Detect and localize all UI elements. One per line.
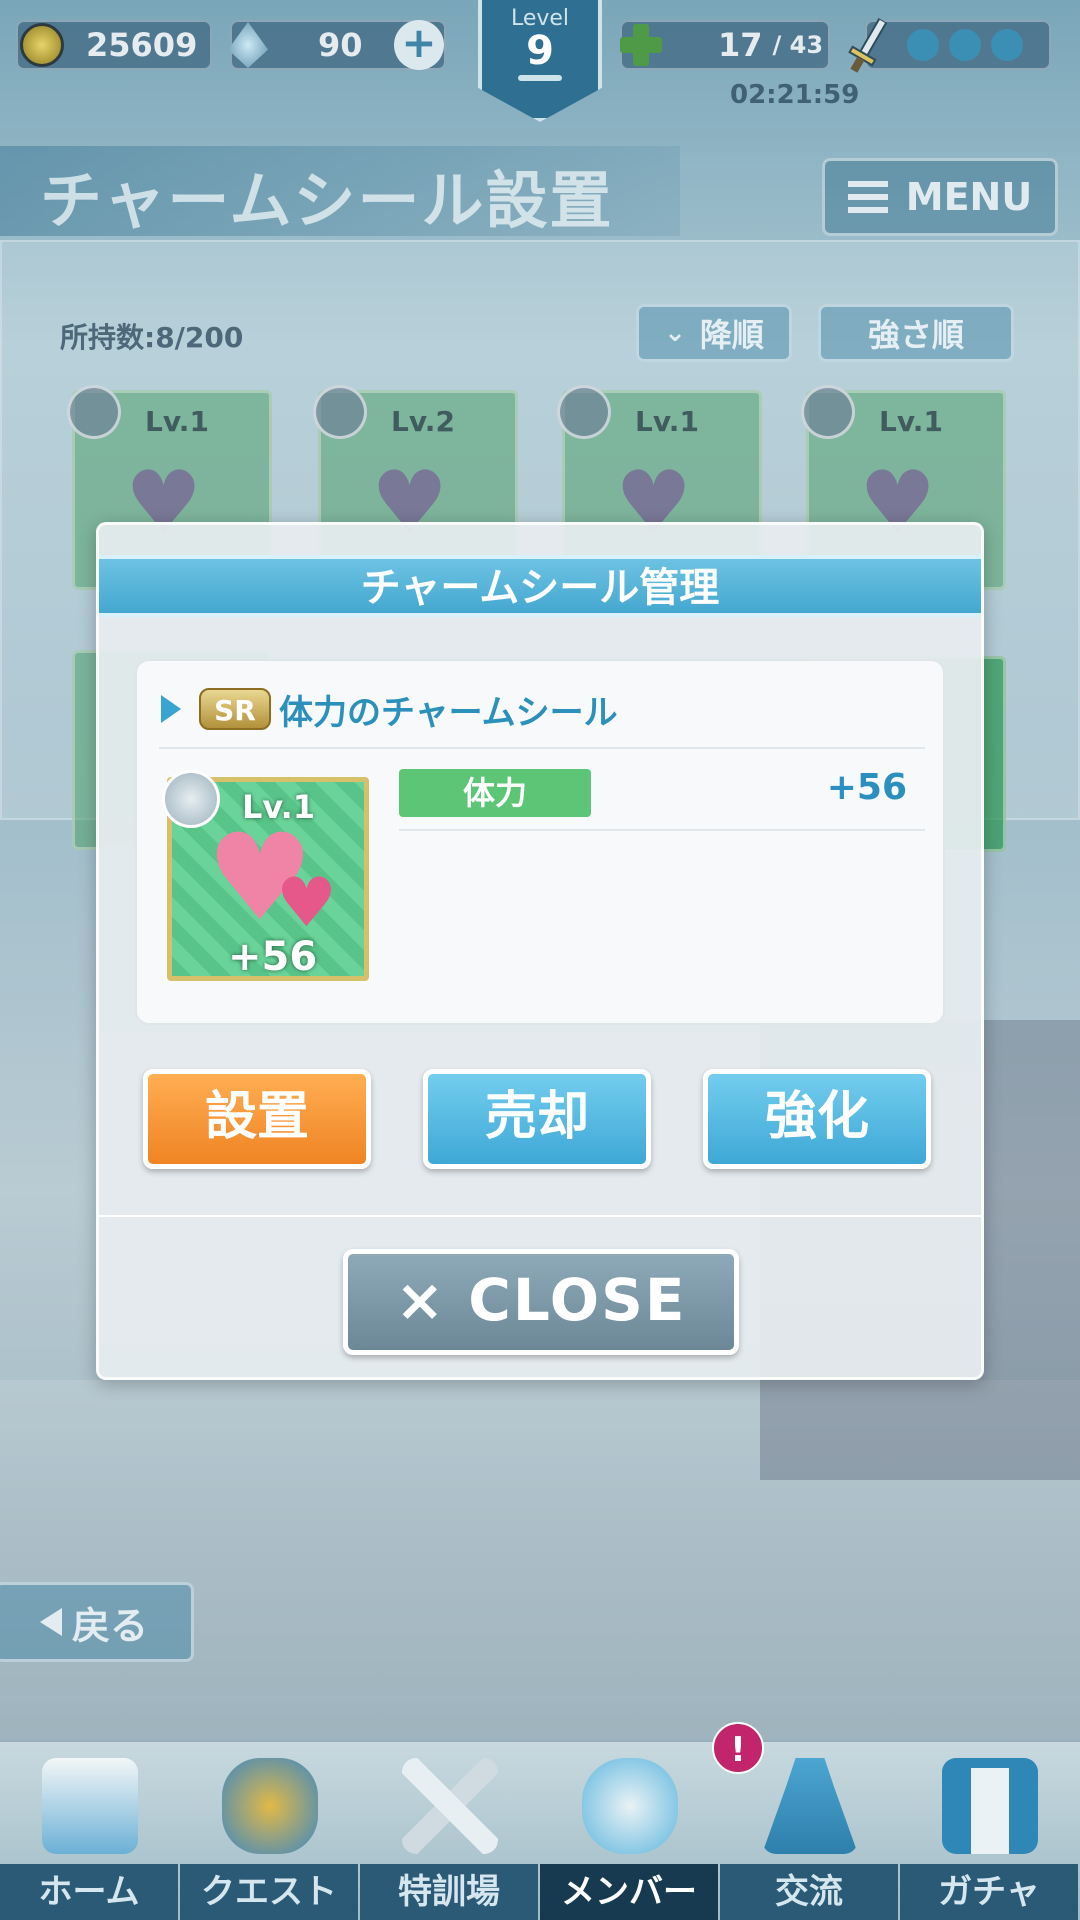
sort-key-button[interactable]: 強さ順 bbox=[818, 304, 1014, 362]
energy-dot bbox=[991, 29, 1023, 61]
sell-button[interactable]: 売却 bbox=[423, 1069, 651, 1169]
energy-slots bbox=[848, 17, 1051, 73]
back-label: 戻る bbox=[71, 1603, 148, 1648]
stamina-max: / 43 bbox=[772, 31, 824, 59]
shield-icon bbox=[313, 385, 367, 439]
owned-count: 所持数:8/200 bbox=[60, 321, 244, 354]
cat-girl-icon bbox=[582, 1758, 678, 1854]
chevrons-down-icon: ⌄ bbox=[664, 318, 686, 348]
nav-label: メンバー bbox=[540, 1864, 718, 1920]
coin-count: 25609 bbox=[86, 26, 198, 64]
sword-icon bbox=[801, 385, 855, 439]
nav-item-quest[interactable]: クエスト bbox=[180, 1742, 360, 1920]
bottom-nav: ホーム クエスト 特訓場 メンバー 交流 ガチャ bbox=[0, 1742, 1080, 1920]
nav-label: 交流 bbox=[720, 1864, 898, 1920]
nav-label: 特訓場 bbox=[360, 1864, 538, 1920]
sort-order-label: 降順 bbox=[699, 316, 764, 354]
card-level: Lv.1 bbox=[879, 405, 943, 438]
coin-counter: 25609 bbox=[16, 20, 212, 70]
nav-item-member[interactable]: メンバー bbox=[540, 1742, 720, 1920]
small-heart-icon: ♥ bbox=[276, 864, 337, 943]
item-name: 体力のチャームシール bbox=[279, 692, 618, 733]
stamina-cross-icon bbox=[616, 20, 666, 70]
dialog-title: チャームシール管理 bbox=[99, 555, 981, 617]
level-number: 9 bbox=[526, 28, 554, 74]
back-button[interactable]: 戻る bbox=[0, 1582, 194, 1662]
monster-icon bbox=[222, 1758, 318, 1854]
divider bbox=[159, 747, 925, 749]
rarity-badge: SR bbox=[199, 688, 271, 730]
gem-count: 90 bbox=[318, 26, 363, 64]
nav-label: クエスト bbox=[180, 1864, 358, 1920]
energy-dot bbox=[907, 29, 939, 61]
hamburger-icon bbox=[847, 181, 888, 213]
add-gems-button[interactable]: + bbox=[394, 20, 444, 70]
nav-item-training[interactable]: 特訓場 bbox=[360, 1742, 540, 1920]
charm-seal-card-large: Lv.1 ♥ ♥ +56 bbox=[162, 770, 369, 981]
card-level: Lv.1 bbox=[145, 405, 209, 438]
dress-icon bbox=[762, 1758, 858, 1854]
stat-label: 体力 bbox=[399, 769, 591, 817]
sort-order-button[interactable]: ⌄ 降順 bbox=[636, 304, 792, 362]
gem-icon bbox=[228, 22, 268, 68]
level-progress-bar bbox=[518, 75, 562, 81]
crossed-swords-icon bbox=[402, 1758, 498, 1854]
upgrade-button[interactable]: 強化 bbox=[703, 1069, 931, 1169]
place-button[interactable]: 設置 bbox=[143, 1069, 371, 1169]
stamina-timer: 02:21:59 bbox=[730, 80, 860, 110]
nav-label: ガチャ bbox=[900, 1864, 1078, 1920]
level-badge: Level 9 bbox=[478, 0, 602, 122]
menu-label: MENU bbox=[905, 175, 1033, 219]
nav-item-home[interactable]: ホーム bbox=[0, 1742, 180, 1920]
back-arrow-icon bbox=[39, 1608, 62, 1636]
page-title: チャームシール設置 bbox=[40, 164, 614, 237]
card-level: Lv.1 bbox=[635, 405, 699, 438]
divider bbox=[399, 829, 925, 831]
stamina-current: 17 bbox=[718, 26, 763, 64]
divider bbox=[99, 1215, 981, 1217]
notification-badge: ! bbox=[712, 1722, 764, 1774]
nav-label: ホーム bbox=[0, 1864, 178, 1920]
card-bonus: +56 bbox=[228, 934, 318, 980]
sort-key-label: 強さ順 bbox=[867, 316, 964, 354]
stat-value: +56 bbox=[826, 767, 907, 808]
item-info-panel: SR 体力のチャームシール Lv.1 ♥ ♥ +56 体力 +56 bbox=[135, 659, 945, 1025]
stamina-counter: 17 / 43 bbox=[620, 20, 830, 70]
nav-item-gacha[interactable]: ガチャ bbox=[900, 1742, 1080, 1920]
menu-button[interactable]: MENU bbox=[822, 158, 1058, 236]
school-icon bbox=[42, 1758, 138, 1854]
sword-icon bbox=[557, 385, 611, 439]
triangle-marker-icon bbox=[161, 695, 181, 723]
curtain-icon bbox=[942, 1758, 1038, 1854]
hammer-icon bbox=[67, 385, 121, 439]
close-button[interactable]: × CLOSE bbox=[343, 1249, 739, 1355]
item-name-row: SR 体力のチャームシール bbox=[161, 681, 618, 737]
coin-icon bbox=[20, 23, 64, 67]
charm-seal-dialog: チャームシール管理 SR 体力のチャームシール Lv.1 ♥ ♥ +56 体力 … bbox=[96, 522, 984, 1380]
energy-dot bbox=[949, 29, 981, 61]
card-level: Lv.2 bbox=[391, 405, 455, 438]
sword-icon bbox=[848, 17, 888, 73]
